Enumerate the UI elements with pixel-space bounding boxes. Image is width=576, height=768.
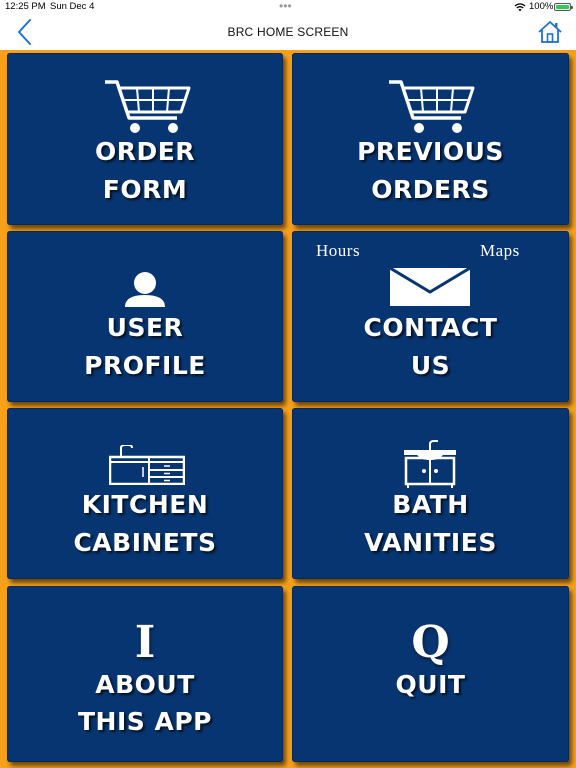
kitchen-cabinets-label-line2: CABINETS xyxy=(73,528,217,557)
contact-us-label-line1: CONTACT xyxy=(363,313,498,342)
user-profile-label-line1: USER xyxy=(106,313,184,342)
previous-orders-label-line1: PREVIOUS xyxy=(357,137,504,166)
shopping-cart-icon xyxy=(105,80,191,133)
bath-vanities-button[interactable]: BATH VANITIES xyxy=(292,408,569,579)
home-tile-grid: ORDER FORM PREVIOUS ORDERS USER PROFILE … xyxy=(0,50,576,768)
kitchen-cabinets-label-line1: KITCHEN xyxy=(81,490,209,519)
kitchen-cabinet-icon xyxy=(109,445,185,485)
about-this-app-button[interactable]: I ABOUT THIS APP xyxy=(7,586,283,762)
previous-orders-label-line2: ORDERS xyxy=(371,175,490,204)
bath-vanity-icon xyxy=(404,440,456,488)
bath-vanities-label-line1: BATH xyxy=(392,490,469,519)
envelope-icon xyxy=(390,268,470,306)
maps-link[interactable]: Maps xyxy=(480,241,520,261)
status-time: 12:25 PM xyxy=(5,1,46,12)
bath-vanities-label-line2: VANITIES xyxy=(364,528,497,557)
user-icon xyxy=(125,272,165,307)
about-label-line2: THIS APP xyxy=(78,707,212,736)
status-date: Sun Dec 4 xyxy=(50,1,95,12)
previous-orders-button[interactable]: PREVIOUS ORDERS xyxy=(292,53,569,225)
user-profile-button[interactable]: USER PROFILE xyxy=(7,231,283,402)
order-form-label-line2: FORM xyxy=(102,175,188,204)
battery-icon xyxy=(554,3,573,11)
status-bar: 12:25 PM Sun Dec 4 ••• 100% xyxy=(0,0,576,14)
order-form-label-line1: ORDER xyxy=(94,137,196,166)
quit-label: QUIT xyxy=(395,670,466,699)
wifi-icon xyxy=(514,3,526,12)
page-title: BRC HOME SCREEN xyxy=(227,25,349,39)
kitchen-cabinets-button[interactable]: KITCHEN CABINETS xyxy=(7,408,283,579)
quit-button[interactable]: Q QUIT xyxy=(292,586,569,762)
home-icon[interactable] xyxy=(537,20,563,44)
shopping-cart-icon xyxy=(389,80,475,133)
battery-percent: 100% xyxy=(529,1,554,12)
navigation-bar: BRC HOME SCREEN xyxy=(0,14,576,50)
quit-letter-icon: Q xyxy=(411,617,450,668)
about-letter-icon: I xyxy=(134,617,156,668)
order-form-button[interactable]: ORDER FORM xyxy=(7,53,283,225)
multitasking-dots-icon[interactable]: ••• xyxy=(279,0,292,12)
user-profile-label-line2: PROFILE xyxy=(84,351,206,380)
contact-us-button[interactable]: Hours Maps CONTACT US xyxy=(292,231,569,402)
about-label-line1: ABOUT xyxy=(95,670,195,699)
hours-link[interactable]: Hours xyxy=(316,241,360,261)
contact-us-label-line2: US xyxy=(410,351,451,380)
